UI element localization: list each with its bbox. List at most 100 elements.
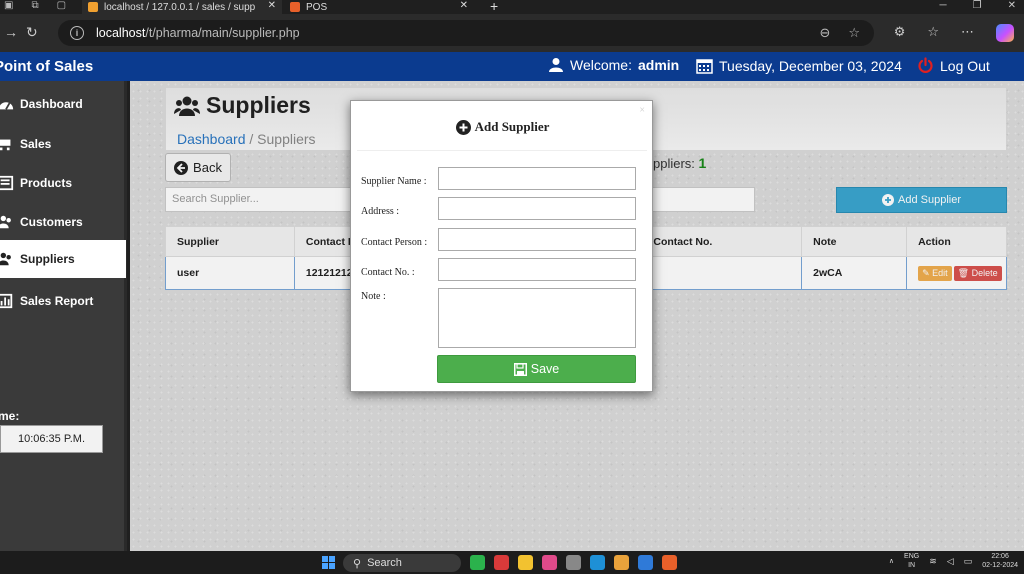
zoom-icon[interactable]: ⊖ <box>819 25 830 41</box>
current-date: Tuesday, December 03, 2024 <box>696 57 902 74</box>
browser-app-icon[interactable] <box>614 555 629 570</box>
cart-icon <box>0 136 14 152</box>
taskbar-search-label: Search <box>367 557 402 569</box>
tab-actions-icon[interactable]: ⧉ <box>31 0 38 11</box>
file-explorer-icon[interactable] <box>518 555 533 570</box>
minimize-icon[interactable]: ─ <box>940 0 947 11</box>
sidebar-item-dashboard[interactable]: Dashboard <box>0 85 126 123</box>
address-bar[interactable]: i localhost /t/pharma/main/supplier.php … <box>58 20 874 46</box>
save-button[interactable]: Save <box>437 355 636 383</box>
address-label: Address : <box>361 206 400 217</box>
lang-top: ENG <box>904 553 920 560</box>
modal-divider <box>357 150 647 151</box>
xampp-icon[interactable] <box>662 555 677 570</box>
user-icon <box>549 58 563 72</box>
dashboard-icon <box>0 96 14 112</box>
list-icon <box>0 175 14 191</box>
group-icon <box>0 251 14 267</box>
battery-icon[interactable]: ▭ <box>964 556 973 567</box>
sidebar-item-label: Suppliers <box>20 252 75 266</box>
sidebar-item-products[interactable]: Products <box>0 164 126 202</box>
supplier-name-input[interactable] <box>438 167 636 190</box>
copilot-icon[interactable] <box>996 24 1014 42</box>
welcome-label: Welcome: <box>570 57 632 73</box>
sidebar-item-sales-report[interactable]: Sales Report <box>0 282 126 320</box>
modal-close-icon[interactable]: × <box>639 105 645 116</box>
window-controls: ─ ❐ ✕ <box>940 0 1016 11</box>
sidebar-item-label: Customers <box>20 215 83 229</box>
edge-dev-icon[interactable] <box>638 555 653 570</box>
contact-person-input[interactable] <box>438 228 636 251</box>
forward-icon[interactable]: → <box>4 24 18 40</box>
note-textarea[interactable] <box>438 288 636 348</box>
sidebar-item-suppliers[interactable]: Suppliers <box>0 240 126 278</box>
taskbar-apps <box>470 555 677 570</box>
taskbar-clock[interactable]: 22:06 02-12-2024 <box>982 552 1018 570</box>
url-path: /t/pharma/main/supplier.php <box>145 26 300 40</box>
restore-icon[interactable]: ❐ <box>973 0 982 11</box>
chrome-icon[interactable] <box>542 555 557 570</box>
favorite-star-icon[interactable]: ☆ <box>848 25 860 41</box>
refresh-icon[interactable]: ↻ <box>26 24 38 41</box>
taskbar-search[interactable]: ⚲ Search <box>343 554 461 572</box>
tab-title: POS <box>306 1 328 13</box>
site-info-icon[interactable]: i <box>70 26 84 40</box>
brand-title: Point of Sales <box>0 58 94 75</box>
taskbar-date: 02-12-2024 <box>982 562 1018 569</box>
calendar-icon <box>696 59 713 74</box>
supplier-name-label: Supplier Name : <box>361 176 427 187</box>
tab-phpmyadmin[interactable]: localhost / 127.0.0.1 / sales / supp ✕ <box>82 0 282 14</box>
new-tab-icon[interactable]: + <box>490 0 498 14</box>
app-badge-icon[interactable] <box>494 555 509 570</box>
close-window-icon[interactable]: ✕ <box>1008 0 1016 11</box>
search-icon: ⚲ <box>353 557 362 570</box>
windows-start-icon[interactable] <box>322 556 335 569</box>
modal-title: Add Supplier <box>351 119 654 135</box>
chevron-up-icon[interactable]: ∧ <box>889 557 894 565</box>
power-icon <box>918 57 933 73</box>
workspaces-icon[interactable]: ▣ <box>4 0 13 11</box>
tab-title: localhost / 127.0.0.1 / sales / supp <box>104 1 256 13</box>
sidebar-item-sales[interactable]: Sales <box>0 125 126 163</box>
contact-no-input[interactable] <box>438 258 636 281</box>
url-host: localhost <box>96 26 146 40</box>
clock-display: 10:06:35 P.M. <box>0 425 103 453</box>
extensions-icon[interactable]: ⚙ <box>894 24 906 42</box>
wifi-icon[interactable]: ≋ <box>929 556 937 567</box>
browser-tab-bar: ▣ ⧉ ▢ localhost / 127.0.0.1 / sales / su… <box>0 0 1024 14</box>
sidebar-item-customers[interactable]: Customers <box>0 203 126 241</box>
sidebar-item-label: Dashboard <box>20 97 83 111</box>
modal-title-text: Add Supplier <box>474 119 550 134</box>
close-tab-icon[interactable]: ✕ <box>460 0 468 11</box>
edge-icon[interactable] <box>590 555 605 570</box>
pos-favicon-icon <box>290 2 300 12</box>
logout-label: Log Out <box>940 57 990 74</box>
logout-link[interactable]: Log Out <box>917 57 990 74</box>
address-input[interactable] <box>438 197 636 220</box>
tab-pos[interactable]: POS ✕ <box>284 0 474 14</box>
username: admin <box>637 57 680 73</box>
language-indicator[interactable]: ENG IN <box>904 552 919 570</box>
browser-toolbar: → ↻ i localhost /t/pharma/main/supplier.… <box>0 14 1024 52</box>
sidebar-item-label: Sales <box>20 137 52 151</box>
save-label: Save <box>530 362 560 376</box>
volume-icon[interactable]: ◁ <box>947 556 954 567</box>
floppy-disk-icon <box>513 362 527 376</box>
plus-circle-icon <box>455 119 471 135</box>
close-tab-icon[interactable]: ✕ <box>268 0 276 11</box>
sidebar-item-label: Products <box>20 176 73 190</box>
bar-chart-icon <box>0 293 14 309</box>
welcome-user: Welcome: admin <box>548 57 679 73</box>
favorites-icon[interactable]: ☆ <box>927 24 939 42</box>
time-label: me: <box>0 409 20 423</box>
more-menu-icon[interactable]: ⋯ <box>961 24 974 42</box>
phpmyadmin-icon <box>88 2 98 12</box>
note-label: Note : <box>361 291 386 302</box>
taskbar-time: 22:06 <box>991 553 1009 560</box>
whatsapp-icon[interactable] <box>470 555 485 570</box>
vertical-tabs-icon[interactable]: ▢ <box>57 0 66 11</box>
settings-gear-icon[interactable] <box>566 555 581 570</box>
browser-tools: ⚙ ☆ ⋯ <box>894 24 1014 42</box>
lang-bottom: IN <box>908 562 916 569</box>
sidebar-item-label: Sales Report <box>20 294 94 308</box>
